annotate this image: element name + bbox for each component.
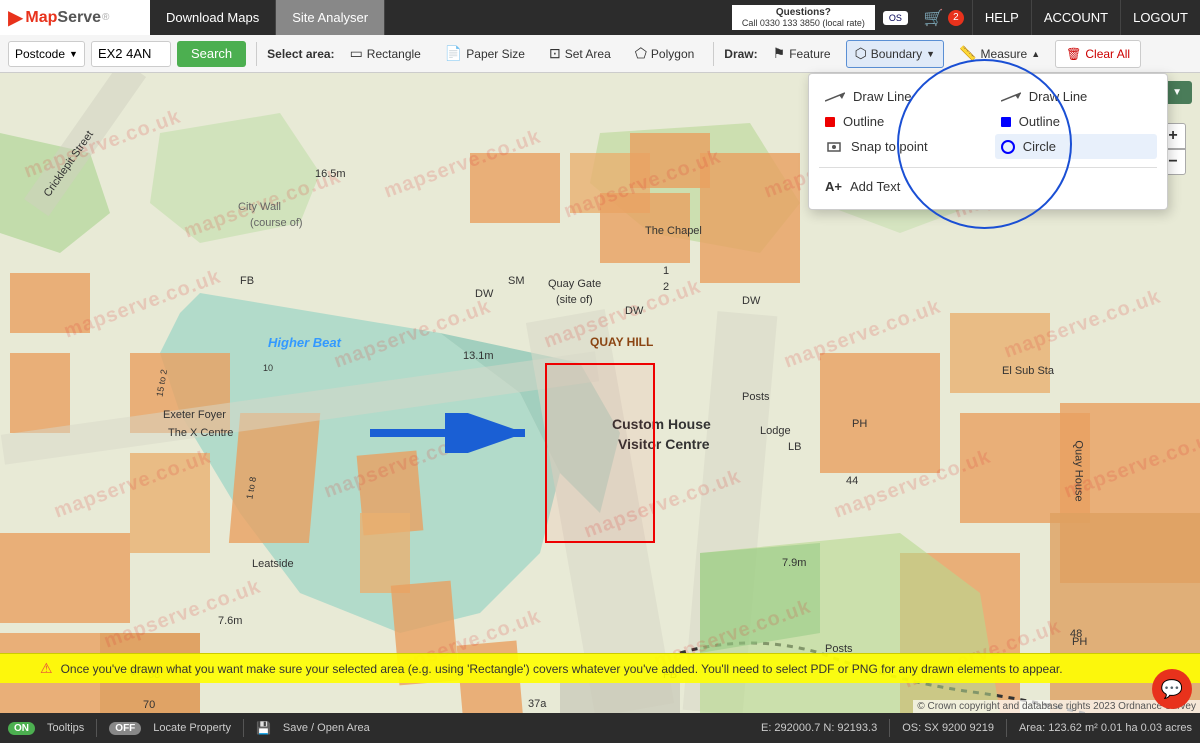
status-divider-2 [243,719,244,737]
dd-col-left: Draw Line Outline Snap to point [819,84,981,159]
outline-red-icon [825,117,835,127]
logo-serve: Serve [57,9,101,27]
polygon-tool[interactable]: ⬠ Polygon [626,40,704,68]
postcode-chevron: ▼ [69,49,78,59]
chat-button[interactable]: 💬 [1152,669,1192,709]
nav-logout[interactable]: LOGOUT [1120,0,1200,35]
toolbar: Postcode ▼ EX2 4AN Search Select area: ▭… [0,35,1200,73]
draw-label: Draw: [724,47,757,61]
polygon-icon: ⬠ [635,45,647,62]
draw-dropdown: Draw Line Outline Snap to point Draw [808,73,1168,210]
circle-item[interactable]: Add Text Circle [995,134,1157,159]
toolbar-divider-2 [713,42,714,66]
logo-map: Map [25,9,57,27]
rectangle-tool[interactable]: ▭ Rectangle [341,40,430,68]
snap-to-point[interactable]: Snap to point [819,134,981,159]
status-bar: ON Tooltips OFF Locate Property 💾 Save /… [0,713,1200,743]
set-area-tool[interactable]: ⊡ Set Area [540,40,620,68]
draw-line-right[interactable]: Draw Line [995,84,1157,109]
locate-toggle[interactable]: OFF [109,722,141,735]
paper-size-tool[interactable]: 📄 Paper Size [436,40,534,68]
boundary-chevron: ▼ [926,49,935,59]
search-button[interactable]: Search [177,41,246,67]
questions-box: Questions? Call 0330 133 3850 (local rat… [732,5,875,30]
add-text-icon: A+ [825,179,842,194]
nav-download-maps[interactable]: Download Maps [150,0,276,35]
rectangle-icon: ▭ [350,45,363,62]
top-nav: ▶ Map Serve ® Download Maps Site Analyse… [0,0,1200,35]
nav-site-analyser[interactable]: Site Analyser [276,0,385,35]
measure-icon: 📏 [959,45,976,62]
cart-icon[interactable]: 🛒 2 [916,8,972,28]
dd-divider [819,167,1157,168]
cart-count: 2 [948,10,964,26]
nav-help[interactable]: HELP [972,0,1031,35]
select-area-label: Select area: [267,47,334,61]
draw-line-icon-right [1001,91,1021,103]
outline-blue-icon [1001,117,1011,127]
status-right: E: 292000.7 N: 92193.3 OS: SX 9200 9219 … [761,719,1192,737]
blue-arrow [360,413,540,453]
logo-icon: ▶ [8,5,23,30]
draw-line-left[interactable]: Draw Line [819,84,981,109]
save-icon: 💾 [256,721,271,735]
boundary-tool[interactable]: ⬡ Boundary ▼ [846,40,945,68]
trash-icon: 🗑 [1066,47,1081,61]
tooltips-toggle[interactable]: ON [8,722,35,735]
postcode-dropdown[interactable]: Postcode ▼ [8,41,85,67]
status-divider-3 [889,719,890,737]
nav-right: Questions? Call 0330 133 3850 (local rat… [732,0,1200,35]
info-bar: ⚠ Once you've drawn what you want make s… [0,653,1200,683]
logo-area: ▶ Map Serve ® [0,0,150,35]
outline-red[interactable]: Outline [819,109,981,134]
boundary-icon: ⬡ [855,45,867,62]
feature-tool[interactable]: ⚑ Feature [764,40,840,68]
draw-line-icon-left [825,91,845,103]
chat-icon: 💬 [1161,679,1183,700]
ordnance-badge: OS [883,11,908,25]
status-divider-1 [96,719,97,737]
paper-size-icon: 📄 [445,45,462,62]
postcode-input[interactable]: EX2 4AN [91,41,171,67]
logo-registered: ® [102,12,109,23]
measure-tool[interactable]: 📏 Measure ▲ [950,40,1049,68]
dd-col-right: Draw Line Outline Add Text Circle [995,84,1157,159]
add-text-row[interactable]: A+ Add Text [819,174,1157,199]
toolbar-divider-1 [256,42,257,66]
info-icon: ⚠ [40,660,53,677]
clear-all-button[interactable]: 🗑 Clear All [1055,40,1141,68]
measure-chevron: ▲ [1031,49,1040,59]
os-badge-chevron: ▼ [1172,87,1182,98]
outline-blue[interactable]: Outline [995,109,1157,134]
status-divider-4 [1006,719,1007,737]
circle-icon [1001,140,1015,154]
red-selection-rect [545,363,655,543]
set-area-icon: ⊡ [549,45,561,62]
nav-account[interactable]: ACCOUNT [1031,0,1120,35]
dd-header: Draw Line Outline Snap to point Draw [819,84,1157,159]
feature-icon: ⚑ [773,45,786,62]
snap-icon [825,140,843,154]
